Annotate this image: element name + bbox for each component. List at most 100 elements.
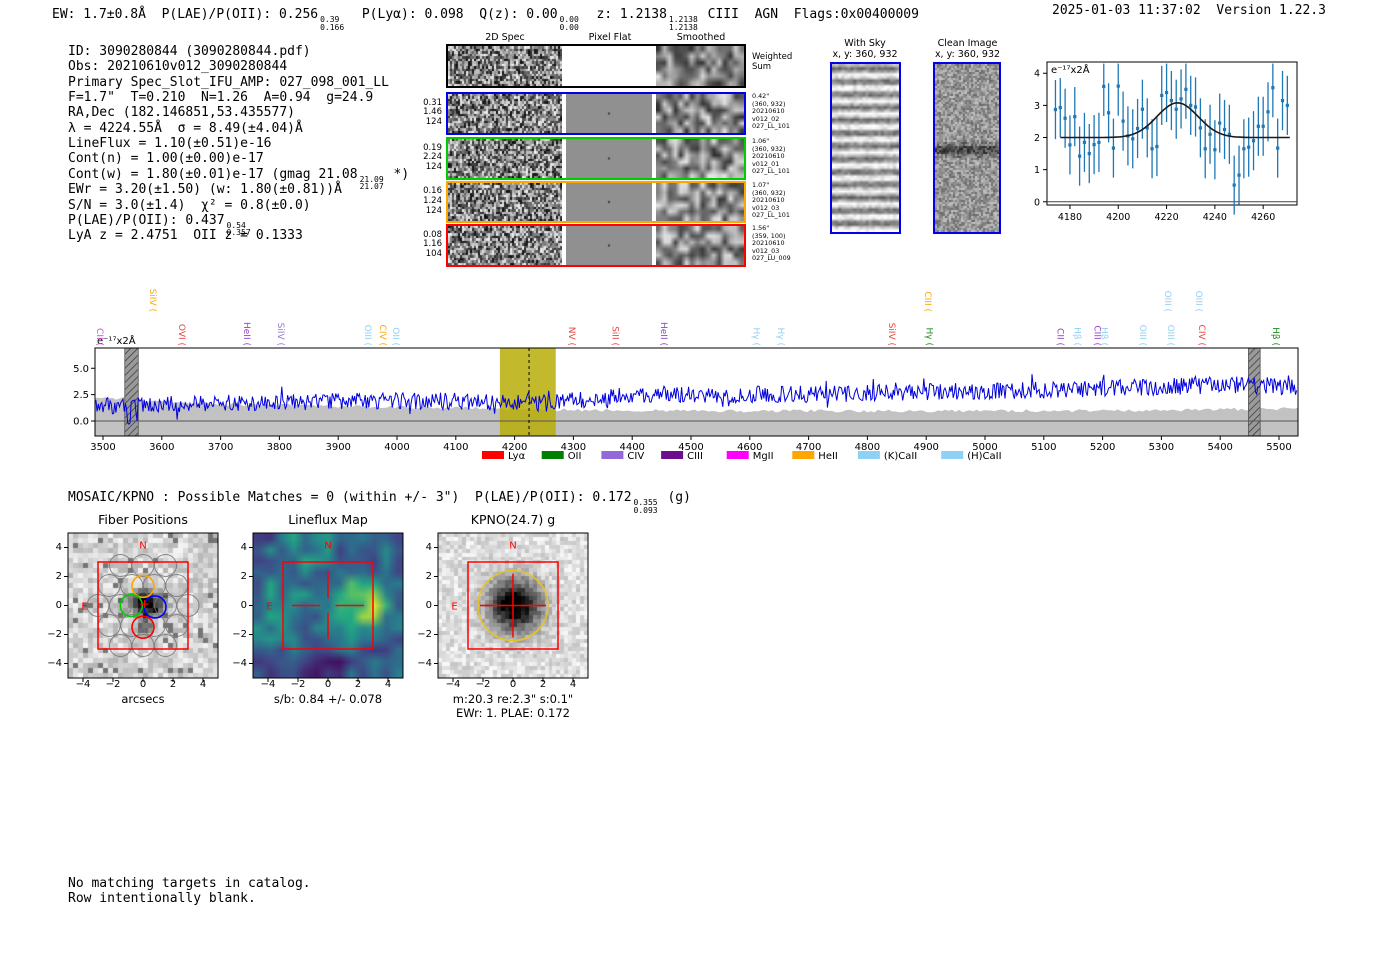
legend-label-7: (H)CaII (967, 451, 1001, 462)
legend-label-0: Lyα (508, 451, 526, 462)
full-spectrum-plot: 3500360037003800390040004100420043004400… (55, 268, 1345, 468)
spec2d-2d-image-3 (448, 183, 562, 221)
emission-label-15: Hγ ( (924, 328, 934, 346)
cutout-xtick-lineflux--2: −2 (286, 679, 310, 690)
header-stats-line: EW: 1.7±0.8Å P(LAE)/P(OII): 0.2560.390.1… (52, 3, 919, 31)
legend-swatch-1 (542, 451, 564, 459)
svg-text:3600: 3600 (149, 442, 174, 453)
legend-swatch-5 (792, 451, 814, 459)
emission-label-1: SiIV ( (147, 289, 157, 312)
spec2d-right-labels-1: 0.42"(360, 932)20210610v012_02027_LL_101 (752, 93, 812, 131)
spec2d-right-labels-3: 1.07"(360, 932)20210610v012_03027_LL_101 (752, 182, 812, 220)
svg-text:5200: 5200 (1090, 442, 1115, 453)
legend-swatch-3 (661, 451, 683, 459)
cutout-xtick-fiber--2: −2 (101, 679, 125, 690)
report-timestamp: 2025-01-03 11:37:02 Version 1.22.3 (1052, 3, 1326, 18)
cutout-xtick-kpno--2: −2 (471, 679, 495, 690)
header-text-4: z: 1.2138 (581, 7, 667, 22)
cutout-ytick-fiber--4: −4 (40, 658, 62, 669)
info-line-8-frac-1: 21.0921.07 (360, 176, 384, 191)
svg-text:1: 1 (1034, 165, 1040, 176)
emission-label-16: CII ( (1054, 328, 1064, 346)
emission-label-0: CII ( (94, 328, 104, 346)
footer-line-1: No matching targets in catalog. (68, 876, 311, 891)
svg-text:4: 4 (1034, 69, 1040, 80)
cutout-xtick-kpno-0: 0 (501, 679, 525, 690)
cutout-ytick-fiber-2: 2 (40, 571, 62, 582)
cutout-ytick-fiber-0: 0 (40, 600, 62, 611)
legend-swatch-7 (941, 451, 963, 459)
spec2d-flat-image-4 (566, 226, 652, 265)
cutout-xtick-kpno--4: −4 (441, 679, 465, 690)
cutout-ytick-kpno-4: 4 (410, 542, 432, 553)
svg-text:0: 0 (1034, 197, 1040, 208)
svg-text:3900: 3900 (325, 442, 350, 453)
mosaic-kpno-line: MOSAIC/KPNO : Possible Matches = 0 (with… (68, 486, 691, 514)
info-line-12-text-0: LyA z = 2.4751 OII z = 0.1333 (68, 228, 303, 243)
emission-label-6: CIV ( (377, 325, 387, 346)
cutout-ytick-kpno-0: 0 (410, 600, 432, 611)
legend-swatch-2 (601, 451, 623, 459)
spec2d-2d-image-1 (448, 94, 562, 133)
cutout-xlabel-kpno: m:20.3 re:2.3" s:0.1" (413, 692, 613, 706)
spec2d-header-pixelflat: Pixel Flat (570, 32, 650, 43)
emission-label-25: Hβ ( (1270, 327, 1280, 346)
svg-text:5400: 5400 (1207, 442, 1232, 453)
spec2d-left-labels-4: 0.081.16104 (404, 231, 442, 260)
emission-label-22: OIII ( (1165, 325, 1175, 346)
footer-line-2: Row intentionally blank. (68, 891, 256, 906)
cutout-xtick-fiber-2: 2 (161, 679, 185, 690)
report-version: Version 1.22.3 (1216, 3, 1326, 18)
legend-swatch-0 (482, 451, 504, 459)
clean-coords: x, y: 360, 932 (925, 49, 1010, 60)
header-frac-5: 1.21381.2138 (669, 16, 698, 31)
cutout-ytick-kpno-2: 2 (410, 571, 432, 582)
cutout-xlabel2-kpno: EWr: 1. PLAE: 0.172 (413, 706, 613, 720)
svg-text:5300: 5300 (1149, 442, 1174, 453)
header-frac-3: 0.000.00 (560, 16, 579, 31)
cutout-xtick-fiber-0: 0 (131, 679, 155, 690)
cutout-xtick-fiber--4: −4 (71, 679, 95, 690)
legend-label-2: CIV (627, 451, 644, 462)
legend-label-1: OII (568, 451, 582, 462)
withsky-coords: x, y: 360, 932 (825, 49, 905, 60)
spec2d-right-labels-2: 1.06"(360, 932)20210610v012_01027_LL_101 (752, 138, 812, 176)
emission-label-8: NV ( (566, 327, 576, 346)
svg-text:4000: 4000 (384, 442, 409, 453)
legend-label-4: MgII (753, 451, 774, 462)
header-frac-1: 0.390.166 (320, 16, 344, 31)
spec2d-right-labels-4: 1.56"(359, 100)20210610v012_03027_LU_009 (752, 225, 812, 263)
legend-label-6: (K)CaII (884, 451, 917, 462)
spec2d-flat-image-0 (566, 46, 652, 86)
svg-text:2: 2 (1034, 133, 1040, 144)
compass-e-fiber: E (81, 602, 87, 613)
emission-label-19: Hβ ( (1098, 327, 1108, 346)
spec2d-flat-image-3 (566, 183, 652, 221)
spec2d-right-labels-0: WeightedSum (752, 52, 812, 72)
cutout-xtick-lineflux-4: 4 (376, 679, 400, 690)
info-line-12: LyA z = 2.4751 OII z = 0.1333 (68, 224, 303, 243)
mosaic-frac-1: 0.3550.093 (634, 499, 658, 514)
cutout-ytick-lineflux--4: −4 (225, 658, 247, 669)
emission-label-14: CIII ( (922, 291, 932, 312)
compass-e-lineflux: E (266, 602, 272, 613)
cutout-xlabel-fiber: arcsecs (43, 692, 243, 706)
svg-text:3: 3 (1034, 101, 1040, 112)
svg-text:5500: 5500 (1266, 442, 1291, 453)
emission-label-2: OVI ( (176, 324, 186, 346)
emission-label-12: Hγ ( (775, 328, 785, 346)
spec2d-smoothed-image-1 (656, 94, 744, 133)
emission-label-21: OIII ( (1162, 291, 1172, 312)
svg-text:4100: 4100 (443, 442, 468, 453)
emission-label-23: OIII ( (1193, 291, 1203, 312)
svg-text:3800: 3800 (267, 442, 292, 453)
cutout-overlay-fiber: NE (60, 525, 226, 686)
emission-label-3: HeII ( (241, 322, 251, 346)
emission-label-17: Hβ ( (1071, 327, 1081, 346)
spec2d-smoothed-image-4 (656, 226, 744, 265)
svg-text:4220: 4220 (1154, 212, 1178, 223)
cutout-ytick-fiber-4: 4 (40, 542, 62, 553)
header-text-2: P(Lyα): 0.098 Q(z): 0.00 (346, 7, 557, 22)
svg-text:5100: 5100 (1031, 442, 1056, 453)
spec2d-header-smoothed: Smoothed (661, 32, 741, 43)
